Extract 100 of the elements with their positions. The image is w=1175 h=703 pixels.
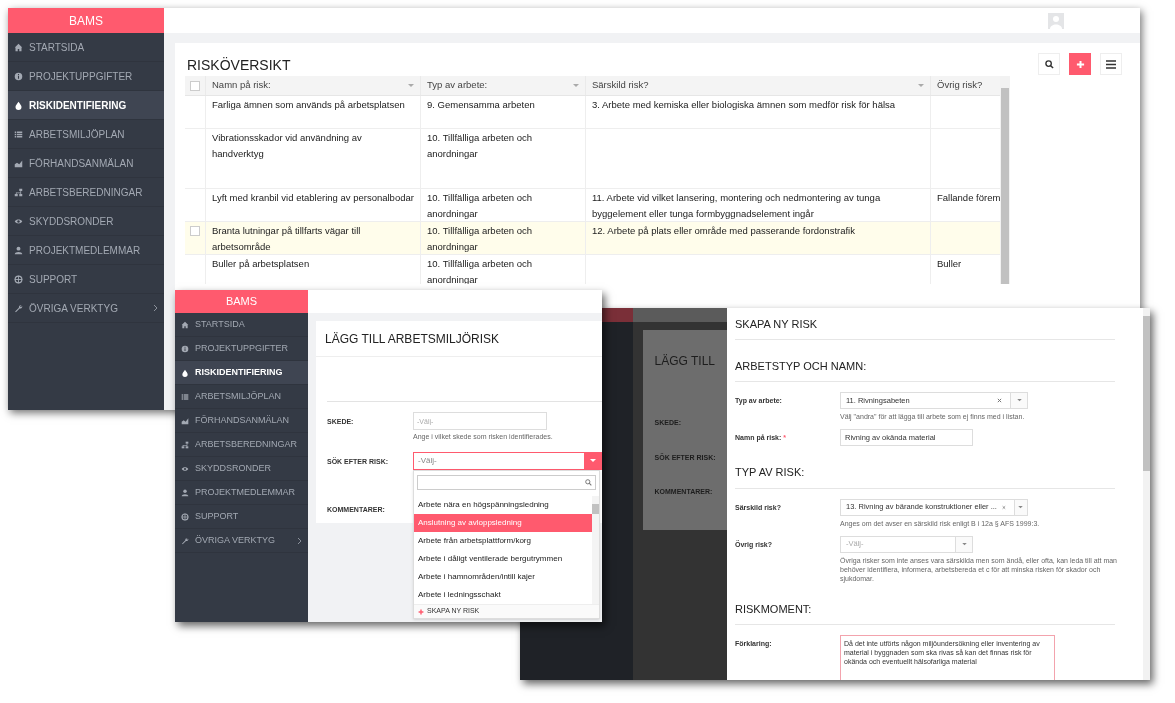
dropdown-select[interactable]: -Välj- — [413, 452, 602, 470]
hierarchy-icon — [181, 440, 189, 449]
modal-title: SKAPA NY RISK — [735, 308, 1115, 340]
wrench-icon — [181, 536, 189, 545]
sidebar-item[interactable]: SUPPORT — [175, 505, 308, 529]
table-row[interactable]: Branta lutningar på tillfarts vägar till arbetsområde 10. Tillfälliga arbeten och anordningar 12. Arbete på plats eller område med passerande fordonstrafik — [185, 222, 1000, 255]
list-icon — [181, 392, 189, 401]
table-cell: 12. Arbete på plats eller område med passerande fordonstrafik — [592, 225, 855, 236]
scrollbar[interactable] — [1143, 308, 1150, 680]
caret-icon — [1016, 399, 1022, 402]
sort-icon[interactable] — [408, 83, 414, 88]
lifebuoy-icon — [14, 274, 23, 284]
sidebar-item[interactable]: SUPPORT — [8, 265, 164, 294]
table-cell: Branta lutningar på tillfarts vägar till arbetsområde — [212, 225, 361, 252]
brand-header: BAMS — [8, 8, 164, 33]
checkbox[interactable] — [190, 226, 200, 236]
plus-icon — [418, 608, 424, 615]
chart-icon — [14, 158, 23, 168]
search-field[interactable] — [417, 475, 596, 490]
form-title: LÄGG TILL — [653, 353, 716, 370]
search-icon — [585, 479, 592, 486]
column-header[interactable]: Typ av arbete: — [427, 78, 488, 93]
sidebar-item[interactable]: ARBETSMILJÖPLAN — [8, 120, 164, 149]
dropdown-option[interactable]: Arbete från arbetsplattform/korg — [414, 532, 592, 550]
column-header[interactable]: Särskild risk? — [592, 78, 649, 93]
caret-icon — [1018, 505, 1024, 509]
sidebar-item[interactable]: PROJEKTMEDLEMMAR — [175, 481, 308, 505]
info-icon — [14, 71, 23, 81]
dropdown-option[interactable]: Arbete i hamnområden/intill kajer — [414, 568, 592, 586]
sidebar-item[interactable]: ÖVRIGA VERKTYG — [8, 294, 164, 323]
wrench-icon — [14, 303, 23, 313]
table-row[interactable] — [185, 189, 1000, 222]
table-cell: 9. Gemensamma arbeten — [427, 99, 535, 110]
caret-icon — [589, 459, 596, 463]
table-cell: 10. Tillfälliga arbeten och anordningar — [427, 225, 533, 252]
caret-icon — [961, 542, 967, 546]
table-cell: Farliga ämnen som används på arbetsplatsen — [212, 99, 405, 110]
clear-icon[interactable] — [1001, 504, 1006, 510]
dropdown-option[interactable]: Arbete nära en högspänningsledning — [414, 496, 592, 514]
menu-button[interactable] — [1100, 53, 1122, 75]
table-cell: 11. Arbete vid vilket lansering, montering och nedmontering av tunga byggelement eller tunga formbyggnadselement ingår — [592, 192, 881, 219]
scrollbar[interactable] — [592, 496, 599, 604]
table-row[interactable]: Farliga ämnen som används på arbetsplatsen 9. Gemensamma arbeten 3. Arbete med kemiska eller biologiska ämnen som medför risk för hälsa — [185, 96, 1000, 129]
table-cell: Buller — [937, 258, 962, 269]
clear-icon[interactable] — [997, 398, 1002, 403]
section-heading: ARBETSTYP OCH NAMN: — [735, 357, 1115, 382]
hierarchy-icon — [14, 187, 23, 197]
search-icon — [1044, 59, 1054, 69]
dropdown-option[interactable]: Arbete i ledningsschakt — [414, 586, 592, 604]
sidebar-item[interactable]: RISKIDENTIFIERING — [175, 361, 308, 385]
table-cell: Fallande förem — [937, 192, 1001, 203]
add-button[interactable] — [1069, 53, 1091, 75]
sidebar-item[interactable]: ARBETSBEREDNINGAR — [175, 433, 308, 457]
brand-header: BAMS — [175, 290, 308, 313]
column-header[interactable]: Namn på risk: — [212, 78, 271, 93]
lifebuoy-icon — [181, 512, 189, 521]
column-header[interactable]: Övrig risk? — [937, 78, 983, 93]
search-button[interactable] — [1038, 53, 1060, 75]
section-heading: TYP AV RISK: — [735, 464, 1115, 489]
drop-icon — [14, 100, 23, 110]
table-cell: Vibrationsskador vid användning av handverktyg — [212, 132, 362, 159]
sidebar-item[interactable]: ARBETSBEREDNINGAR — [8, 178, 164, 207]
sidebar-item[interactable]: STARTSIDA — [8, 33, 164, 62]
eye-icon — [181, 464, 189, 473]
sidebar-item[interactable]: STARTSIDA — [175, 313, 308, 337]
sidebar-item[interactable]: ÖVRIGA VERKTYG — [175, 529, 308, 553]
table-cell: 10. Tillfälliga arbeten och anordningar — [427, 132, 533, 159]
page-title: RISKÖVERSIKT — [186, 56, 291, 75]
sort-icon[interactable] — [918, 83, 924, 88]
list-icon — [14, 129, 23, 139]
table-cell: 10. Tillfälliga arbeten och anordningar — [427, 192, 533, 219]
home-icon — [14, 42, 23, 52]
sidebar-item[interactable]: ARBETSMILJÖPLAN — [175, 385, 308, 409]
sort-icon[interactable] — [573, 83, 579, 88]
info-icon — [181, 344, 189, 353]
table-cell: Buller på arbetsplatsen — [212, 258, 310, 269]
home-icon — [181, 320, 189, 329]
checkbox[interactable] — [190, 80, 200, 91]
table-cell: Lyft med kranbil vid etablering av personalbodar — [212, 192, 414, 203]
section-heading: RISKMOMENT: — [735, 600, 1115, 625]
sidebar-item[interactable]: FÖRHANDSANMÄLAN — [175, 409, 308, 433]
scrollbar[interactable] — [1000, 76, 1010, 284]
sidebar-item[interactable]: PROJEKTMEDLEMMAR — [8, 236, 164, 265]
table-row[interactable]: Vibrationsskador vid användning av handverktyg 10. Tillfälliga arbeten och anordningar — [185, 129, 1000, 189]
scrollbar-thumb[interactable] — [592, 504, 599, 514]
dropdown-option[interactable]: Anslutning av avloppsledning — [414, 514, 592, 532]
form-title: LÄGG TILL ARBETSMILJÖRISK — [316, 321, 602, 357]
drop-icon — [181, 368, 189, 377]
sidebar-item[interactable]: SKYDDSRONDER — [8, 207, 164, 236]
sidebar-item[interactable]: SKYDDSRONDER — [175, 457, 308, 481]
chart-icon — [181, 416, 189, 425]
scrollbar-thumb[interactable] — [1143, 316, 1150, 471]
sidebar-item[interactable]: RISKIDENTIFIERING — [8, 91, 164, 120]
sidebar-item[interactable]: FÖRHANDSANMÄLAN — [8, 149, 164, 178]
plus-icon — [1075, 59, 1085, 69]
avatar-icon[interactable] — [1048, 12, 1064, 29]
scrollbar-thumb[interactable] — [1001, 88, 1009, 284]
user-icon — [14, 245, 23, 255]
user-icon — [181, 488, 189, 497]
dropdown-option[interactable]: Arbete i dåligt ventilerade bergutrymmen — [414, 550, 592, 568]
